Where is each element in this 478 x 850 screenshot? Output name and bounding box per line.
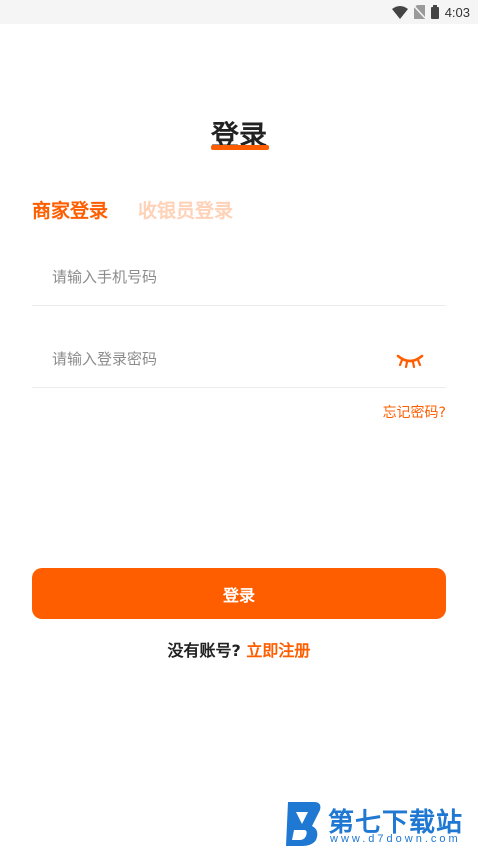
battery-icon — [430, 5, 439, 19]
status-bar: 4:03 — [0, 0, 478, 24]
phone-input[interactable] — [32, 262, 392, 292]
title-underline — [211, 145, 269, 150]
no-sim-icon — [413, 5, 425, 19]
eye-closed-icon[interactable] — [394, 350, 426, 370]
watermark: 第七下载站 www.d7down.com — [282, 800, 472, 848]
status-icons: 4:03 — [391, 3, 470, 21]
wifi-icon — [391, 5, 408, 19]
watermark-url: www.d7down.com — [330, 833, 461, 845]
password-input[interactable] — [32, 344, 392, 374]
status-time: 4:03 — [444, 4, 470, 20]
divider — [32, 305, 446, 306]
divider — [32, 387, 446, 388]
password-field-container — [32, 344, 446, 374]
tab-cashier-login[interactable]: 收银员登录 — [138, 196, 233, 223]
watermark-logo-icon — [282, 800, 324, 846]
register-prompt: 没有账号? — [167, 641, 241, 660]
tab-merchant-login[interactable]: 商家登录 — [32, 196, 108, 223]
phone-field-container — [32, 262, 446, 292]
register-row: 没有账号? 立即注册 — [0, 637, 478, 661]
forgot-password-link[interactable]: 忘记密码? — [383, 402, 446, 422]
register-link[interactable]: 立即注册 — [246, 641, 310, 660]
login-button[interactable]: 登录 — [32, 568, 446, 619]
